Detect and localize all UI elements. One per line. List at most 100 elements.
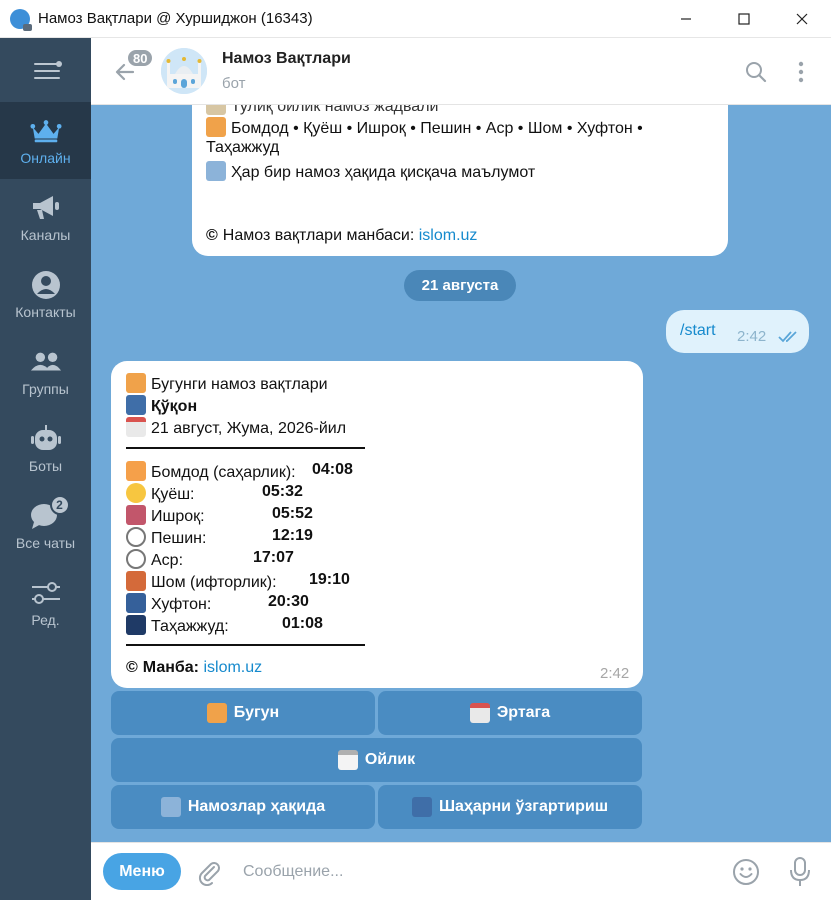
city-sunset-emoji-icon bbox=[126, 571, 146, 591]
milky-way-emoji-icon bbox=[126, 615, 146, 635]
message-line: Бомдод • Қуёш • Ишроқ • Пешин • Аср • Шо… bbox=[206, 117, 643, 138]
source-link[interactable]: islom.uz bbox=[203, 659, 262, 676]
sidebar-item-all-chats[interactable]: 2 Все чаты bbox=[0, 487, 91, 564]
folders-sidebar: Онлайн Каналы Контакты Группы Боты 2 Все… bbox=[0, 38, 91, 900]
mosque-emoji-icon bbox=[126, 373, 146, 393]
prayer-time-tahajjud: 01:08 bbox=[282, 615, 323, 632]
emoji-button[interactable] bbox=[731, 857, 761, 887]
more-vertical-icon bbox=[798, 61, 804, 83]
message-bubble-previous: Тулиқ ойлик намоз жадвали Бомдод • Қуёш … bbox=[192, 105, 728, 256]
message-source-line: © Намоз вақтлари манбаси: islom.uz bbox=[206, 227, 478, 244]
message-city: Қўқон bbox=[126, 395, 197, 416]
prayer-row-asr: Аср: bbox=[126, 549, 183, 570]
copyright-icon: © bbox=[206, 227, 218, 244]
prayer-time-bomdod: 04:08 bbox=[312, 461, 353, 478]
command-link[interactable]: /start bbox=[680, 322, 716, 340]
menu-notification-dot bbox=[56, 61, 62, 67]
chats-icon: 2 bbox=[30, 494, 70, 531]
chat-title[interactable]: Намоз Вақтлари bbox=[222, 50, 351, 68]
minimize-button[interactable] bbox=[657, 0, 715, 38]
mosque-emoji-icon bbox=[206, 117, 226, 137]
sidebar-item-edit[interactable]: Ред. bbox=[0, 564, 91, 641]
unread-badge: 2 bbox=[49, 494, 70, 515]
prayer-time-asr: 17:07 bbox=[253, 549, 294, 566]
keyboard-button-today[interactable]: Бугун bbox=[111, 691, 375, 735]
double-check-icon bbox=[778, 331, 797, 343]
pencil-emoji-icon bbox=[206, 105, 226, 115]
megaphone-icon bbox=[30, 193, 62, 223]
search-icon bbox=[746, 62, 767, 83]
more-button[interactable] bbox=[791, 60, 811, 84]
maximize-button[interactable] bbox=[715, 0, 773, 38]
prayer-row-peshin: Пешин: bbox=[126, 527, 206, 548]
sidebar-item-label: Группы bbox=[22, 380, 69, 397]
spiral-calendar-emoji-icon bbox=[337, 750, 358, 770]
sidebar-item-groups[interactable]: Группы bbox=[0, 333, 91, 410]
message-input-bar: Меню bbox=[91, 842, 831, 900]
sliders-icon bbox=[30, 578, 62, 608]
search-button[interactable] bbox=[744, 60, 768, 84]
sidebar-item-contacts[interactable]: Контакты bbox=[0, 256, 91, 333]
separator-line bbox=[126, 644, 365, 646]
sidebar-item-label: Контакты bbox=[15, 303, 76, 320]
prayer-row-shom: Шом (ифторлик): bbox=[126, 571, 277, 592]
keyboard-button-tomorrow[interactable]: Эртага bbox=[378, 691, 642, 735]
message-input[interactable] bbox=[243, 860, 643, 884]
cityscape-emoji-icon bbox=[126, 395, 146, 415]
keyboard-button-about-prayers[interactable]: Намозлар ҳақида bbox=[111, 785, 375, 829]
bot-menu-button[interactable]: Меню bbox=[103, 853, 181, 890]
cityscape-emoji-icon bbox=[411, 797, 432, 817]
sidebar-item-label: Каналы bbox=[20, 226, 71, 243]
message-line: Тулиқ ойлик намоз жадвали bbox=[206, 105, 438, 116]
prayer-row-ishroq: Ишроқ: bbox=[126, 505, 205, 526]
voice-message-button[interactable] bbox=[789, 856, 811, 888]
prayer-row-quyosh: Қуёш: bbox=[126, 483, 195, 504]
message-date: 21 август, Жума, 2026-йил bbox=[126, 417, 346, 438]
book-emoji-icon bbox=[160, 797, 181, 817]
clock-emoji-icon bbox=[126, 549, 146, 569]
window-titlebar: Намоз Вақтлари @ Хуршиджон (16343) bbox=[0, 0, 831, 38]
prayer-row-tahajjud: Таҳажжуд: bbox=[126, 615, 229, 636]
mosque-icon bbox=[161, 48, 207, 94]
sunrise-emoji-icon bbox=[126, 461, 146, 481]
message-bubble-outgoing: /start 2:42 bbox=[666, 310, 809, 353]
calendar-emoji-icon bbox=[126, 417, 146, 437]
message-line: Ҳар бир намоз ҳақида қисқача маълумот bbox=[206, 161, 535, 182]
robot-icon bbox=[30, 424, 62, 454]
message-time: 2:42 bbox=[600, 665, 630, 682]
prayer-time-peshin: 12:19 bbox=[272, 527, 313, 544]
bot-avatar[interactable] bbox=[161, 48, 207, 94]
close-icon bbox=[796, 13, 808, 25]
main-menu-button[interactable] bbox=[34, 61, 62, 81]
smiley-icon bbox=[733, 859, 759, 885]
copyright-icon: © bbox=[126, 659, 138, 676]
message-time: 2:42 bbox=[737, 328, 767, 345]
clock-emoji-icon bbox=[126, 527, 146, 547]
prayer-row-bomdod: Бомдод (саҳарлик): bbox=[126, 461, 296, 482]
prayer-time-shom: 19:10 bbox=[309, 571, 350, 588]
message-line: Таҳажжуд bbox=[206, 139, 280, 156]
maximize-icon bbox=[738, 13, 750, 25]
window-title: Намоз Вақтлари @ Хуршиджон (16343) bbox=[38, 10, 313, 27]
sidebar-item-bots[interactable]: Боты bbox=[0, 410, 91, 487]
sidebar-item-channels[interactable]: Каналы bbox=[0, 179, 91, 256]
window-controls bbox=[657, 0, 831, 38]
close-button[interactable] bbox=[773, 0, 831, 38]
prayer-time-ishroq: 05:52 bbox=[272, 505, 313, 522]
sidebar-item-label: Онлайн bbox=[20, 149, 71, 166]
book-emoji-icon bbox=[206, 161, 226, 181]
attach-button[interactable] bbox=[195, 858, 223, 887]
sidebar-item-online[interactable]: Онлайн bbox=[0, 102, 91, 179]
telegram-app-icon bbox=[10, 8, 32, 31]
prayer-row-xufton: Хуфтон: bbox=[126, 593, 211, 614]
keyboard-button-monthly[interactable]: Ойлик bbox=[111, 738, 642, 782]
group-icon bbox=[30, 347, 62, 377]
sun-emoji-icon bbox=[126, 483, 146, 503]
source-link[interactable]: islom.uz bbox=[419, 227, 478, 244]
unread-count-badge: 80 bbox=[126, 48, 155, 68]
message-heading: Бугунги намоз вақтлари bbox=[126, 373, 328, 394]
keyboard-button-change-city[interactable]: Шаҳарни ўзгартириш bbox=[378, 785, 642, 829]
messages-area[interactable]: Тулиқ ойлик намоз жадвали Бомдод • Қуёш … bbox=[91, 105, 831, 842]
separator-line bbox=[126, 447, 365, 449]
microphone-icon bbox=[790, 857, 810, 886]
